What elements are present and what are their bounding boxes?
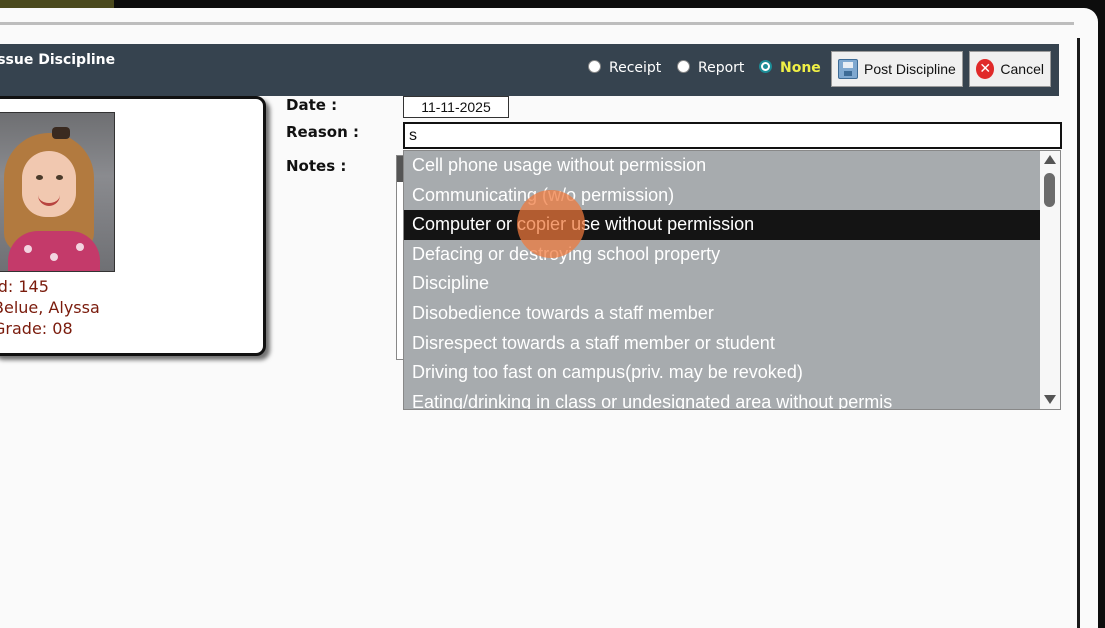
- dropdown-option[interactable]: Cell phone usage without permission: [404, 151, 1042, 181]
- dropdown-option-highlighted[interactable]: Computer or copier use without permissio…: [404, 210, 1042, 240]
- save-icon: [838, 59, 858, 79]
- dialog-title: Issue Discipline: [0, 52, 116, 68]
- student-card: Id: 145 Belue, Alyssa Grade: 08: [0, 96, 266, 356]
- student-name: Belue, Alyssa: [0, 298, 100, 317]
- dropdown-option[interactable]: Disobedience towards a staff member: [404, 299, 1042, 329]
- receipt-label: Receipt: [609, 60, 662, 76]
- dropdown-option[interactable]: Communicating (w/o permission): [404, 181, 1042, 211]
- cancel-label: Cancel: [1000, 61, 1044, 77]
- dropdown-option[interactable]: Disrespect towards a staff member or stu…: [404, 329, 1042, 359]
- reason-input[interactable]: s: [403, 122, 1062, 149]
- report-label: Report: [698, 60, 745, 76]
- notes-label: Notes :: [286, 157, 347, 175]
- dialog-border-right: [1077, 38, 1080, 628]
- background-strip: [0, 0, 114, 8]
- student-grade: Grade: 08: [0, 319, 73, 338]
- post-discipline-label: Post Discipline: [864, 61, 956, 77]
- none-label: None: [780, 60, 821, 76]
- post-discipline-button[interactable]: Post Discipline: [831, 51, 963, 87]
- cancel-button[interactable]: ✕ Cancel: [969, 51, 1051, 87]
- student-id: Id: 145: [0, 277, 49, 296]
- dialog-header: Issue Discipline Receipt Report None Pos…: [0, 44, 1059, 96]
- report-option[interactable]: Report: [677, 58, 744, 78]
- radio-icon[interactable]: [677, 59, 690, 73]
- radio-icon[interactable]: [588, 59, 601, 73]
- dropdown-scrollbar[interactable]: [1040, 151, 1060, 409]
- none-option[interactable]: None: [759, 58, 821, 78]
- close-icon: ✕: [976, 59, 995, 79]
- dropdown-option[interactable]: Defacing or destroying school property: [404, 240, 1042, 270]
- scroll-down-arrow-icon[interactable]: [1044, 395, 1056, 404]
- receipt-option[interactable]: Receipt: [588, 58, 661, 78]
- dropdown-option[interactable]: Eating/drinking in class or undesignated…: [404, 388, 1042, 409]
- dropdown-option[interactable]: Driving too fast on campus(priv. may be …: [404, 358, 1042, 388]
- scrollbar-thumb[interactable]: [1044, 173, 1055, 207]
- dropdown-option[interactable]: Discipline: [404, 269, 1042, 299]
- dialog-border-top: [0, 22, 1074, 25]
- scroll-up-arrow-icon[interactable]: [1044, 155, 1056, 164]
- radio-selected-icon[interactable]: [759, 59, 772, 73]
- dropdown-list: Cell phone usage without permission Comm…: [404, 151, 1042, 409]
- student-photo: [0, 112, 115, 272]
- date-label: Date :: [286, 96, 338, 114]
- date-field[interactable]: 11-11-2025: [403, 96, 509, 118]
- reason-label: Reason :: [286, 123, 359, 141]
- reason-autocomplete-dropdown[interactable]: Cell phone usage without permission Comm…: [403, 150, 1061, 410]
